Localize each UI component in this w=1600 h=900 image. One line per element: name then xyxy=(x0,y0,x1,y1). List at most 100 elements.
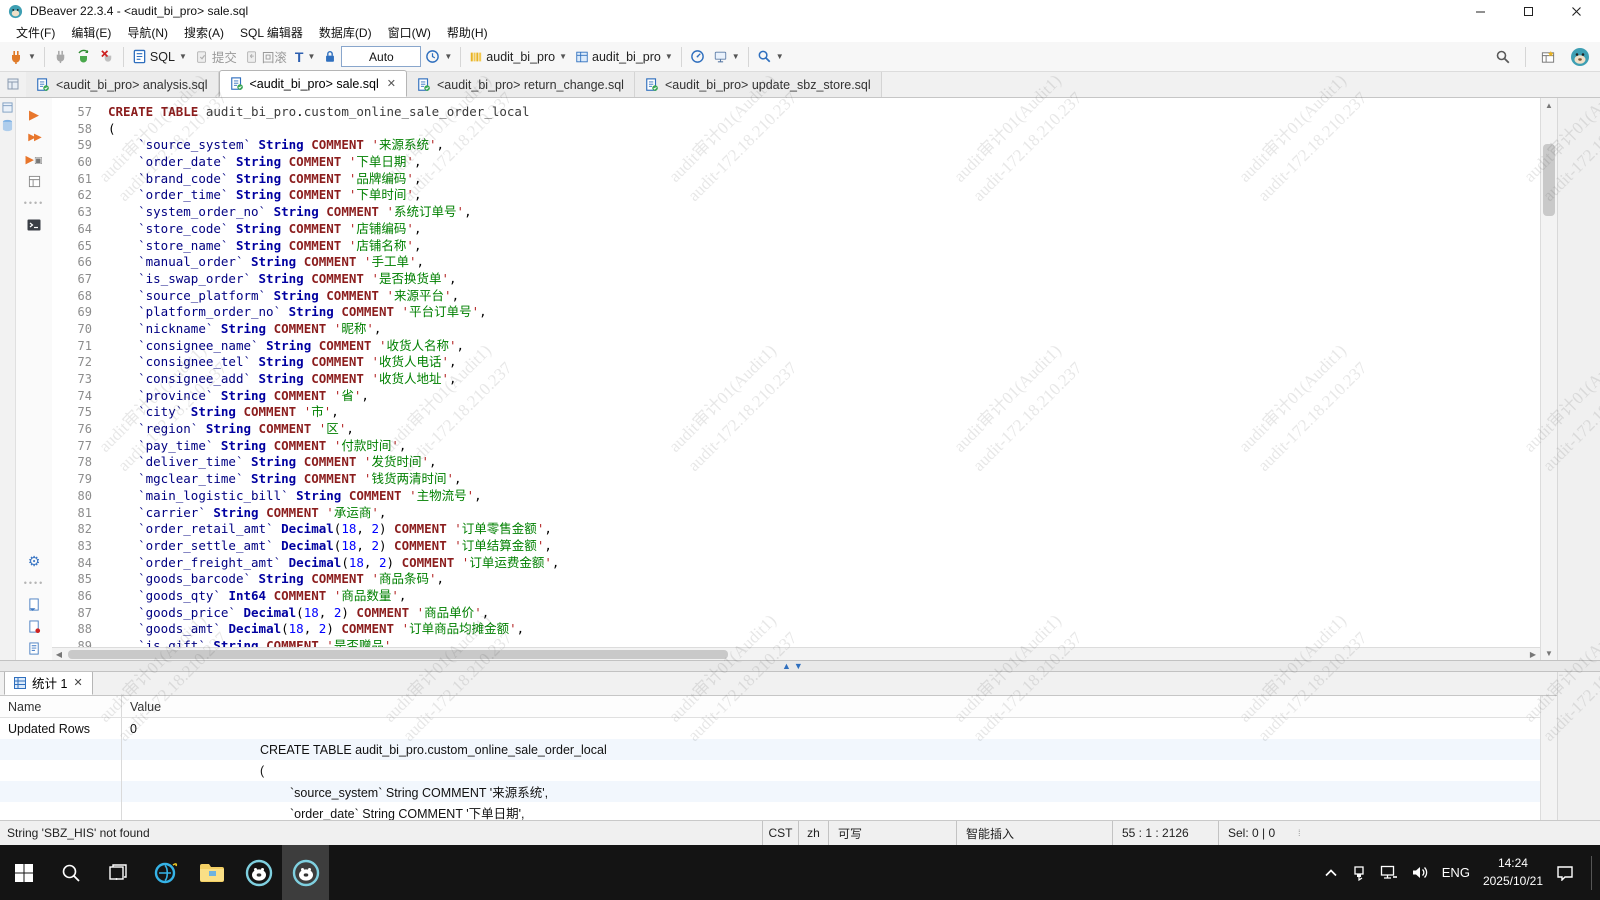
invalidate-connection-button[interactable] xyxy=(96,45,119,69)
show-desktop-divider[interactable] xyxy=(1591,856,1592,890)
stats-row[interactable]: Updated Rows0 xyxy=(0,718,1540,739)
execute-script-button[interactable]: ▶▶ xyxy=(16,126,52,148)
menu-item-7[interactable]: 帮助(H) xyxy=(439,24,496,41)
transaction-log-button[interactable]: T ▼ xyxy=(291,45,319,69)
code-text: `platform_order_no` String COMMENT '平台订单… xyxy=(108,304,487,321)
line-number: 80 xyxy=(52,488,108,505)
scroll-up-arrow[interactable]: ▲ xyxy=(1541,98,1557,112)
scroll-right-arrow[interactable]: ▶ xyxy=(1526,648,1540,660)
dbeaver-active-app-button[interactable] xyxy=(282,845,329,900)
stats-row[interactable]: `order_date` String COMMENT '下单日期', xyxy=(0,802,1540,820)
stats-row[interactable]: ( xyxy=(0,760,1540,781)
scroll-left-arrow[interactable]: ◀ xyxy=(52,648,66,660)
dashboard-button[interactable] xyxy=(686,45,709,69)
sash-arrows[interactable]: ▲▼ xyxy=(782,661,806,671)
execute-statement-button[interactable]: ▶ xyxy=(16,104,52,126)
panel-splitter[interactable]: ▲▼ xyxy=(0,660,1600,672)
code-line: 57CREATE TABLE audit_bi_pro.custom_onlin… xyxy=(52,104,1540,121)
database-select[interactable]: audit_bi_pro ▼ xyxy=(465,45,571,69)
dbeaver-app-button[interactable] xyxy=(235,845,282,900)
scroll-down-arrow[interactable]: ▼ xyxy=(1541,646,1557,660)
network-tray-icon[interactable] xyxy=(1380,865,1398,880)
status-caret-position[interactable]: 55 : 1 : 2126 xyxy=(1112,821,1218,845)
sql-editor-button[interactable]: SQL ▼ xyxy=(128,45,191,69)
line-number: 70 xyxy=(52,321,108,338)
action-center-icon[interactable] xyxy=(1556,865,1574,881)
stats-row-value: CREATE TABLE audit_bi_pro.custom_online_… xyxy=(122,739,1540,760)
sql-file-icon xyxy=(36,78,50,92)
script-output-button[interactable] xyxy=(16,638,52,660)
tab-close-icon[interactable]: ✕ xyxy=(387,77,396,90)
file-explorer-button[interactable] xyxy=(188,845,235,900)
menu-item-0[interactable]: 文件(F) xyxy=(8,24,63,41)
connection-lock-button[interactable] xyxy=(319,45,341,69)
new-connection-button[interactable]: ▼ xyxy=(4,45,40,69)
internet-explorer-button[interactable] xyxy=(141,845,188,900)
data-search-button[interactable]: ▼ xyxy=(753,45,788,69)
close-icon[interactable]: ✕ xyxy=(73,676,82,689)
horizontal-scrollbar[interactable]: ◀ ▶ xyxy=(52,647,1540,660)
menu-item-4[interactable]: SQL 编辑器 xyxy=(232,24,311,41)
disconnect-button[interactable] xyxy=(49,45,72,69)
status-selection-info[interactable]: Sel: 0 | 0 xyxy=(1218,821,1290,845)
usb-tray-icon[interactable] xyxy=(1351,865,1367,881)
sql-editor[interactable]: 57CREATE TABLE audit_bi_pro.custom_onlin… xyxy=(52,98,1540,660)
task-view-button[interactable] xyxy=(94,845,141,900)
tab-statistics[interactable]: 统计 1 ✕ xyxy=(4,672,93,695)
load-script-button[interactable] xyxy=(16,594,52,616)
status-timezone[interactable]: CST xyxy=(762,821,798,845)
maximize-button[interactable] xyxy=(1504,0,1552,22)
rollback-button[interactable]: 回滚 xyxy=(241,45,291,69)
menu-item-1[interactable]: 编辑(E) xyxy=(63,24,119,41)
status-language[interactable]: zh xyxy=(798,821,828,845)
save-script-button[interactable] xyxy=(16,616,52,638)
editor-tab-1[interactable]: <audit_bi_pro> sale.sql✕ xyxy=(219,70,407,97)
stats-row[interactable]: CREATE TABLE audit_bi_pro.custom_online_… xyxy=(0,739,1540,760)
editor-tab-0[interactable]: <audit_bi_pro> analysis.sql xyxy=(26,72,219,97)
database-navigator-icon[interactable] xyxy=(2,119,13,132)
editor-tab-3[interactable]: <audit_bi_pro> update_sbz_store.sql xyxy=(635,72,882,97)
explain-plan-button[interactable] xyxy=(16,170,52,192)
menu-item-3[interactable]: 搜索(A) xyxy=(176,24,232,41)
horizontal-scroll-thumb[interactable] xyxy=(68,650,728,659)
code-line: 80 `main_logistic_bill` String COMMENT '… xyxy=(52,488,1540,505)
vertical-scrollbar[interactable]: ▲ ▼ xyxy=(1540,98,1557,660)
input-language-indicator[interactable]: ENG xyxy=(1442,865,1470,880)
status-insert-mode[interactable]: 智能插入 xyxy=(956,821,1112,845)
transaction-timeout-button[interactable]: ▼ xyxy=(421,45,456,69)
open-console-button[interactable] xyxy=(16,214,52,236)
network-profile-button[interactable]: ▼ xyxy=(709,45,744,69)
status-write-mode[interactable]: 可写 xyxy=(828,821,956,845)
commit-button[interactable]: 提交 xyxy=(191,45,241,69)
column-header-value[interactable]: Value xyxy=(122,696,1540,717)
menu-item-2[interactable]: 导航(N) xyxy=(119,24,176,41)
menu-item-5[interactable]: 数据库(D) xyxy=(311,24,380,41)
execute-new-tab-button[interactable]: ▶▣ xyxy=(16,148,52,170)
tray-chevron-up-icon[interactable] xyxy=(1324,868,1338,878)
stats-row[interactable]: `source_system` String COMMENT '来源系统', xyxy=(0,781,1540,802)
vertical-scroll-thumb[interactable] xyxy=(1543,144,1555,216)
commit-mode-select[interactable]: Auto xyxy=(341,46,421,67)
perspective-button[interactable] xyxy=(1536,45,1560,69)
commit-icon xyxy=(195,50,209,64)
reconnect-button[interactable] xyxy=(72,45,96,69)
restore-view-icon[interactable] xyxy=(2,102,13,113)
column-header-name[interactable]: Name xyxy=(0,696,122,717)
line-number: 75 xyxy=(52,404,108,421)
minimize-button[interactable] xyxy=(1456,0,1504,22)
dbeaver-account-avatar[interactable] xyxy=(1566,45,1594,69)
results-vertical-scrollbar[interactable] xyxy=(1540,696,1557,820)
quick-access-search-button[interactable] xyxy=(1491,45,1515,69)
line-number: 88 xyxy=(52,621,108,638)
schema-select[interactable]: audit_bi_pro ▼ xyxy=(571,45,677,69)
editor-tab-2[interactable]: <audit_bi_pro> return_change.sql xyxy=(407,72,635,97)
rail-handle-dots: •••• xyxy=(16,192,52,214)
view-menu-icon[interactable] xyxy=(0,71,26,97)
volume-tray-icon[interactable] xyxy=(1411,865,1429,880)
editor-settings-button[interactable]: ⚙ xyxy=(16,550,52,572)
close-button[interactable] xyxy=(1552,0,1600,22)
clock-date-display[interactable]: 14:24 2025/10/21 xyxy=(1483,855,1543,890)
start-button[interactable] xyxy=(0,845,47,900)
taskbar-search-button[interactable] xyxy=(47,845,94,900)
menu-item-6[interactable]: 窗口(W) xyxy=(380,24,439,41)
